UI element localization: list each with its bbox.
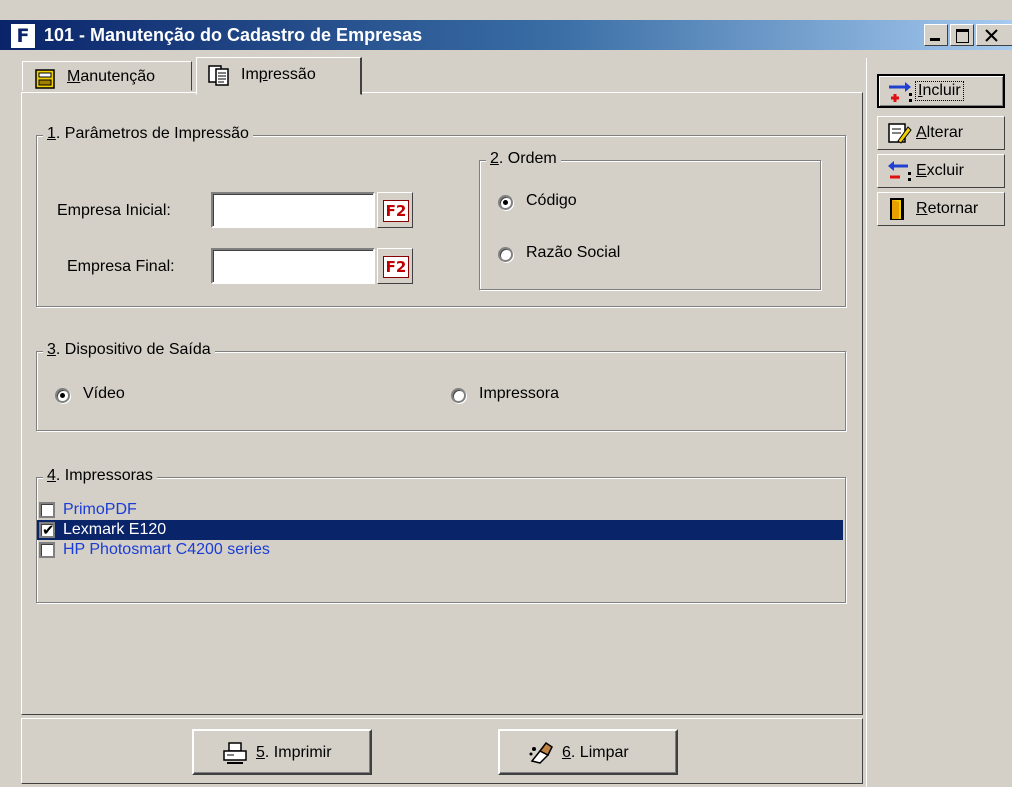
alterar-button[interactable]: Alterar xyxy=(877,116,1005,150)
empresa-final-lookup-button[interactable]: F2 xyxy=(377,248,413,284)
output-printer-radio[interactable] xyxy=(451,388,466,403)
printers-legend: 4. Impressoras xyxy=(43,467,157,485)
print-button[interactable]: 5. Imprimir xyxy=(192,729,372,775)
print-tab-page: 1. Parâmetros de Impressão Empresa Inici… xyxy=(21,92,863,715)
empresa-inicial-label: Empresa Inicial: xyxy=(57,202,171,219)
output-device-legend: 3. Dispositivo de Saída xyxy=(43,341,215,359)
title-bar: F 101 - Manutenção do Cadastro de Empres… xyxy=(0,20,1012,50)
printer-name: Lexmark E120 xyxy=(63,521,167,538)
output-device-group: 3. Dispositivo de Saída Vídeo Impressora xyxy=(36,341,846,431)
maximize-icon xyxy=(956,29,969,43)
alterar-label: Alterar xyxy=(916,124,964,141)
order-group: 2. Ordem Código Razão Social xyxy=(479,150,821,290)
database-icon xyxy=(35,69,55,89)
print-button-label: 5. Imprimir xyxy=(256,744,332,761)
empresa-final-label: Empresa Final: xyxy=(67,258,175,275)
clear-button-label: 6. Limpar xyxy=(562,744,629,761)
printer-checkbox[interactable]: ✔ xyxy=(39,521,55,539)
f2-icon: F2 xyxy=(383,256,409,278)
tab-manutencao-label: Manutenção xyxy=(67,68,156,85)
retornar-button[interactable]: Retornar xyxy=(877,192,1005,226)
excluir-button[interactable]: Excluir xyxy=(877,154,1005,188)
printer-row-primopdf[interactable]: PrimoPDF xyxy=(37,500,843,520)
checkmark-icon: ✔ xyxy=(42,521,55,539)
empresa-inicial-lookup-button[interactable]: F2 xyxy=(377,192,413,228)
documents-icon xyxy=(208,65,229,86)
edit-icon xyxy=(888,123,912,144)
printers-group: 4. Impressoras PrimoPDF ✔ Lexmark E120 H… xyxy=(36,467,846,603)
output-video-radio[interactable] xyxy=(55,388,70,403)
order-codigo-label[interactable]: Código xyxy=(526,192,577,210)
retornar-label: Retornar xyxy=(916,200,979,217)
printer-checkbox[interactable] xyxy=(39,542,55,558)
printer-name: PrimoPDF xyxy=(63,501,137,518)
clear-button[interactable]: 6. Limpar xyxy=(498,729,678,775)
tab-impressao[interactable]: Impressão xyxy=(196,57,362,95)
app-icon: F xyxy=(10,23,36,49)
tab-impressao-label: Impressão xyxy=(241,66,316,83)
f2-icon: F2 xyxy=(383,200,409,222)
window-title: 101 - Manutenção do Cadastro de Empresas xyxy=(44,25,423,45)
excluir-label: Excluir xyxy=(916,162,965,179)
printer-row-hp-photosmart[interactable]: HP Photosmart C4200 series xyxy=(37,540,843,560)
close-button[interactable] xyxy=(976,24,1012,46)
printer-checkbox[interactable] xyxy=(39,502,55,518)
insert-icon xyxy=(889,82,912,102)
delete-icon xyxy=(888,161,911,181)
printer-name: HP Photosmart C4200 series xyxy=(63,541,270,558)
incluir-label: Incluir xyxy=(915,81,964,101)
empresa-final-input[interactable] xyxy=(211,248,375,284)
order-razao-social-label[interactable]: Razão Social xyxy=(526,244,620,262)
minimize-icon xyxy=(930,38,940,41)
minimize-button[interactable] xyxy=(924,24,948,46)
empresa-inicial-input[interactable] xyxy=(211,192,375,228)
print-parameters-group: 1. Parâmetros de Impressão Empresa Inici… xyxy=(36,125,846,307)
close-icon xyxy=(985,29,998,42)
bottom-action-bar: 5. Imprimir 6. Limpar xyxy=(21,718,863,784)
order-codigo-radio[interactable] xyxy=(498,195,513,210)
printer-icon xyxy=(223,742,247,764)
maximize-button[interactable] xyxy=(950,24,974,46)
order-razao-social-radio[interactable] xyxy=(498,247,513,262)
output-video-label[interactable]: Vídeo xyxy=(83,385,125,403)
exit-door-icon xyxy=(890,198,904,220)
printer-row-lexmark[interactable]: ✔ Lexmark E120 xyxy=(37,520,843,540)
incluir-button[interactable]: Incluir xyxy=(877,74,1005,108)
right-toolbar: Incluir Alterar Excluir Retornar xyxy=(866,58,1012,787)
tab-manutencao[interactable]: Manutenção xyxy=(22,61,192,91)
output-printer-label[interactable]: Impressora xyxy=(479,385,559,403)
order-legend: 2. Ordem xyxy=(486,150,561,168)
eraser-icon xyxy=(529,741,553,764)
print-parameters-legend: 1. Parâmetros de Impressão xyxy=(43,125,253,143)
